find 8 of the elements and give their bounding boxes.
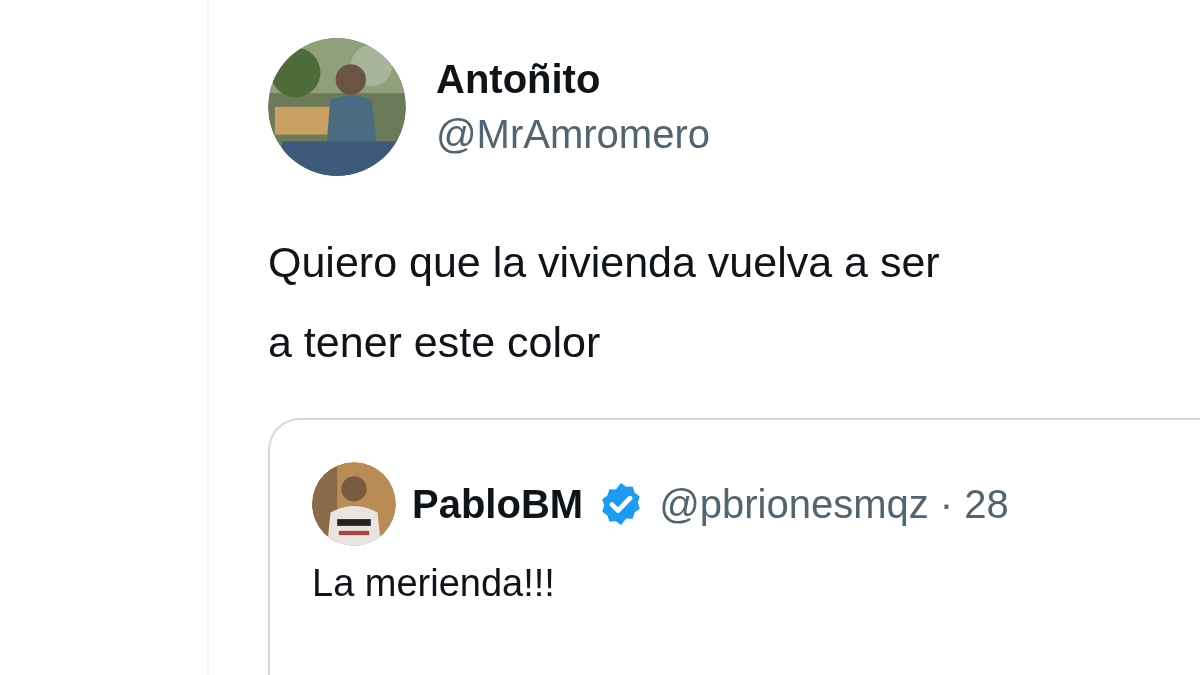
tweet-text: Quiero que la vivienda vuelva a ser [268, 237, 941, 288]
author-name[interactable]: Antoñito [436, 57, 710, 102]
quoted-tweet-card[interactable]: PabloBM @pbrionesmqz · 28 La merienda!!! [268, 418, 1200, 675]
quoted-tweet-text: La merienda!!! [312, 562, 556, 605]
author-handle[interactable]: @MrAmromero [436, 112, 710, 157]
tweet-text: a tener este color [268, 317, 602, 368]
author-name[interactable]: PabloBM [412, 481, 584, 527]
author-handle-and-time: @pbrionesmqz · 28 [659, 481, 1009, 527]
